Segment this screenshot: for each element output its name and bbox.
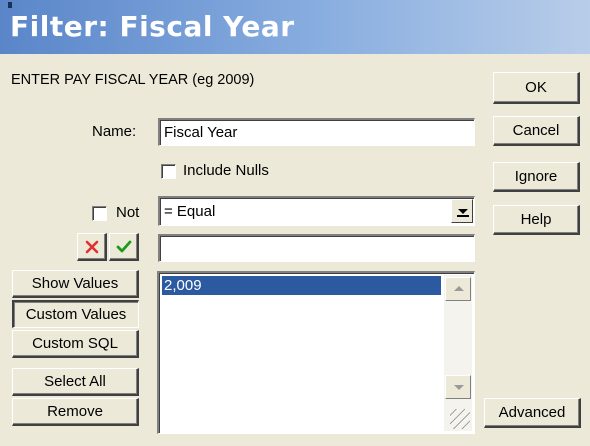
close-x-icon: [85, 240, 98, 253]
list-scrollbar[interactable]: [444, 275, 472, 431]
ignore-button[interactable]: Ignore: [493, 162, 580, 192]
cancel-button[interactable]: Cancel: [493, 116, 580, 146]
accept-value-button[interactable]: [109, 233, 139, 261]
list-item[interactable]: 2,009: [162, 276, 441, 295]
value-input[interactable]: [158, 234, 475, 262]
show-values-button[interactable]: Show Values: [12, 270, 139, 298]
custom-sql-button[interactable]: Custom SQL: [12, 330, 139, 358]
dialog-title: Filter: Fiscal Year: [10, 10, 295, 43]
select-all-button[interactable]: Select All: [12, 368, 139, 396]
scroll-down-icon[interactable]: [445, 375, 471, 399]
custom-values-button[interactable]: Custom Values: [12, 300, 139, 328]
include-nulls-checkbox[interactable]: [161, 164, 176, 179]
name-label: Name:: [92, 123, 137, 140]
operator-select[interactable]: = Equal: [158, 196, 475, 226]
title-bar: Filter: Fiscal Year: [0, 0, 590, 54]
scroll-up-icon[interactable]: [445, 277, 471, 301]
resize-grip-icon[interactable]: [450, 409, 470, 429]
not-checkbox[interactable]: [92, 206, 107, 221]
checkmark-icon: [116, 240, 131, 252]
clear-value-button[interactable]: [77, 233, 107, 261]
window-corner-mark: [8, 2, 12, 8]
remove-button[interactable]: Remove: [12, 398, 139, 426]
name-field[interactable]: [158, 118, 475, 146]
not-label: Not: [116, 204, 140, 221]
values-list[interactable]: 2,009: [157, 271, 475, 434]
advanced-button[interactable]: Advanced: [484, 398, 581, 428]
operator-selected: = Equal: [164, 203, 216, 220]
ok-button[interactable]: OK: [493, 72, 580, 104]
filter-prompt: ENTER PAY FISCAL YEAR (eg 2009): [11, 72, 255, 88]
help-button[interactable]: Help: [493, 205, 580, 235]
include-nulls-label: Include Nulls: [183, 162, 269, 179]
chevron-down-icon[interactable]: [451, 199, 473, 223]
